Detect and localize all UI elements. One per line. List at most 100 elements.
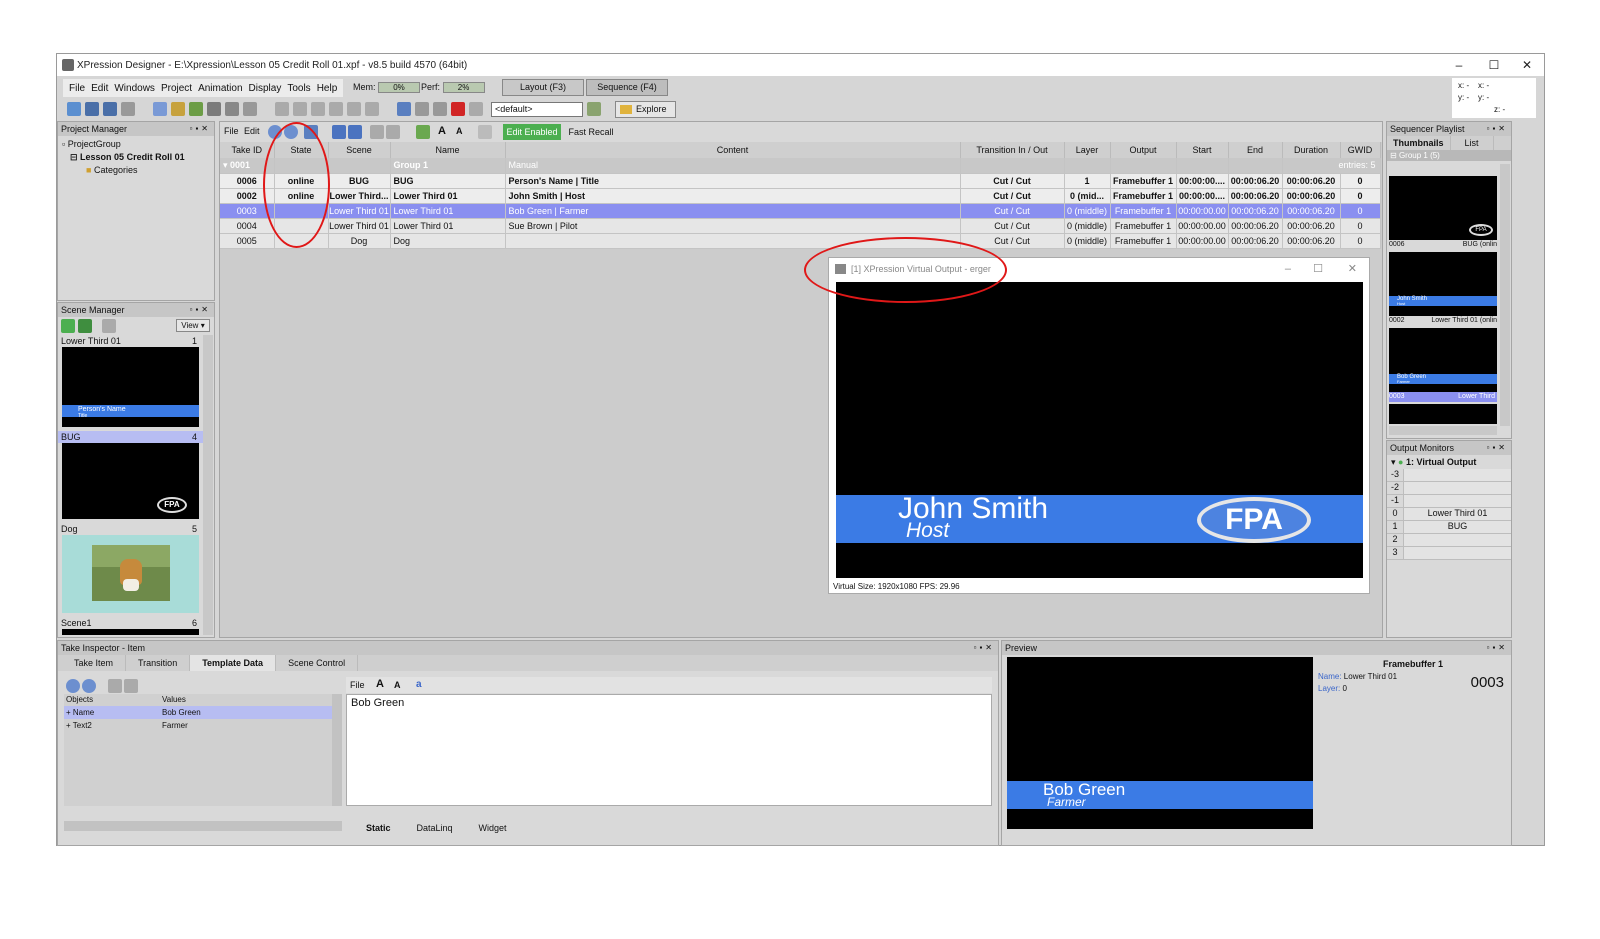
menu-file[interactable]: File <box>69 83 85 94</box>
select-icon[interactable] <box>153 102 167 116</box>
distribute-v-icon[interactable] <box>293 102 307 116</box>
tab-thumbnails[interactable]: Thumbnails <box>1387 136 1451 150</box>
layer-row[interactable]: 0 Lower Third 01 <box>1387 508 1511 521</box>
preset-dropdown[interactable]: <default> <box>491 101 583 117</box>
col-end[interactable]: End <box>1228 142 1283 158</box>
virtual-output-window[interactable]: [1] XPression Virtual Output - erger – ☐… <box>828 257 1370 594</box>
minimize-button[interactable]: – <box>1444 56 1474 74</box>
col-duration[interactable]: Duration <box>1282 142 1341 158</box>
tab-transition[interactable]: Transition <box>126 655 191 671</box>
scene-scrollbar[interactable] <box>203 335 213 635</box>
add-object-icon[interactable] <box>66 679 80 693</box>
scene-thumb-bug[interactable]: FPA <box>62 443 199 519</box>
tab-template-data[interactable]: Template Data <box>190 655 277 671</box>
tree-project[interactable]: ⊟ Lesson 05 Credit Roll 01 <box>62 151 210 164</box>
menu-animation[interactable]: Animation <box>198 83 242 94</box>
font-smaller-icon[interactable]: A <box>394 680 401 690</box>
collapse-objects-icon[interactable] <box>124 679 138 693</box>
close-button[interactable]: ✕ <box>1512 56 1542 74</box>
takes-edit-menu[interactable]: Edit <box>244 126 260 136</box>
expand-objects-icon[interactable] <box>108 679 122 693</box>
find-icon[interactable] <box>478 125 492 139</box>
col-layer[interactable]: Layer <box>1064 142 1111 158</box>
scene-label-bug[interactable]: BUG 4 <box>58 431 203 443</box>
move-down-icon[interactable] <box>348 125 362 139</box>
table-row[interactable]: 0006 online BUG BUG Person's Name | Titl… <box>220 173 1381 189</box>
tab-take-item[interactable]: Take Item <box>62 655 127 671</box>
collapse-icon[interactable] <box>386 125 400 139</box>
search-icon[interactable] <box>102 319 116 333</box>
add-folder-icon[interactable] <box>78 319 92 333</box>
menu-display[interactable]: Display <box>249 83 282 94</box>
col-name[interactable]: Name <box>390 142 506 158</box>
objects-hscrollbar[interactable] <box>64 821 342 831</box>
add-scene-icon[interactable] <box>61 319 75 333</box>
tab-static[interactable]: Static <box>366 821 391 835</box>
align-icon[interactable] <box>225 102 239 116</box>
expand-icon[interactable] <box>370 125 384 139</box>
explore-button[interactable]: Explore <box>615 100 676 118</box>
output-node[interactable]: ▾ ● 1: Virtual Output <box>1387 455 1511 469</box>
tab-datalinq[interactable]: DataLinq <box>417 821 453 835</box>
scene-thumb-dog[interactable] <box>62 535 199 613</box>
text-editor[interactable]: Bob Green <box>346 694 992 806</box>
fast-recall-button[interactable]: Fast Recall <box>563 124 619 140</box>
layer-row[interactable]: -1 <box>1387 495 1511 508</box>
monitor-icon[interactable] <box>397 102 411 116</box>
view-dropdown[interactable]: View ▾ <box>176 319 210 332</box>
save-all-icon[interactable] <box>103 102 117 116</box>
layer-row[interactable]: -3 <box>1387 469 1511 482</box>
font-larger-icon[interactable]: A <box>376 678 384 690</box>
menu-help[interactable]: Help <box>317 83 338 94</box>
table-row[interactable]: 0005 Dog Dog Cut / Cut 0 (middle) Frameb… <box>220 233 1381 249</box>
sequence-mode-button[interactable]: Sequence (F4) <box>586 79 668 96</box>
font-larger-icon[interactable]: A <box>438 125 446 137</box>
table-row[interactable]: 0004 Lower Third 01 Lower Third 01 Sue B… <box>220 218 1381 234</box>
grid-icon[interactable] <box>347 102 361 116</box>
playlist-thumb-bug[interactable]: FPA <box>1389 176 1497 240</box>
menu-edit[interactable]: Edit <box>91 83 108 94</box>
rotate-icon[interactable] <box>189 102 203 116</box>
object-row[interactable]: + Text2 Farmer <box>64 719 332 732</box>
distribute-icon[interactable] <box>275 102 289 116</box>
tab-scene-control[interactable]: Scene Control <box>276 655 359 671</box>
record-icon[interactable] <box>451 102 465 116</box>
tree-project-group[interactable]: ▫ ProjectGroup <box>62 138 210 151</box>
spacing-v-icon[interactable] <box>329 102 343 116</box>
move-icon[interactable] <box>171 102 185 116</box>
maximize-button[interactable]: ☐ <box>1479 56 1509 74</box>
spacing-icon[interactable] <box>311 102 325 116</box>
vo-close-button[interactable]: ✕ <box>1348 258 1357 280</box>
open-icon[interactable] <box>67 102 81 116</box>
tab-list[interactable]: List <box>1451 136 1494 150</box>
playlist-thumb-bob[interactable]: Bob Green Farmer <box>1389 328 1497 392</box>
remove-object-icon[interactable] <box>82 679 96 693</box>
vo-minimize-button[interactable]: – <box>1285 258 1291 280</box>
tab-widget[interactable]: Widget <box>479 821 507 835</box>
layer-row[interactable]: 1 BUG <box>1387 521 1511 534</box>
undo-icon[interactable] <box>121 102 135 116</box>
scene-label-dog[interactable]: Dog 5 <box>58 523 203 535</box>
playlist-group[interactable]: ⊟ Group 1 (5) <box>1387 150 1511 161</box>
snap-icon[interactable] <box>365 102 379 116</box>
layout-mode-button[interactable]: Layout (F3) <box>502 79 584 96</box>
group-row[interactable]: ▾ 0001 Group 1 Manual entries: 5 <box>220 158 1381 174</box>
playlist-hscrollbar[interactable] <box>1389 426 1497 435</box>
scene-label-scene1[interactable]: Scene1 6 <box>58 617 203 629</box>
objects-scrollbar[interactable] <box>332 694 342 806</box>
render-icon[interactable] <box>433 102 447 116</box>
menu-project[interactable]: Project <box>161 83 192 94</box>
playlist-thumb-next[interactable] <box>1389 404 1497 424</box>
col-start[interactable]: Start <box>1176 142 1229 158</box>
font-smaller-icon[interactable]: A <box>456 126 463 136</box>
playlist-thumb-john[interactable]: John Smith Host <box>1389 252 1497 316</box>
col-transition[interactable]: Transition In / Out <box>960 142 1065 158</box>
editor-file-menu[interactable]: File <box>350 680 365 690</box>
layer-row[interactable]: -2 <box>1387 482 1511 495</box>
vo-maximize-button[interactable]: ☐ <box>1313 258 1323 280</box>
table-row-selected[interactable]: 0003 Lower Third 01 Lower Third 01 Bob G… <box>220 203 1381 219</box>
redo-icon[interactable] <box>243 102 257 116</box>
move-up-icon[interactable] <box>332 125 346 139</box>
layers-icon[interactable] <box>415 102 429 116</box>
save-icon[interactable] <box>85 102 99 116</box>
